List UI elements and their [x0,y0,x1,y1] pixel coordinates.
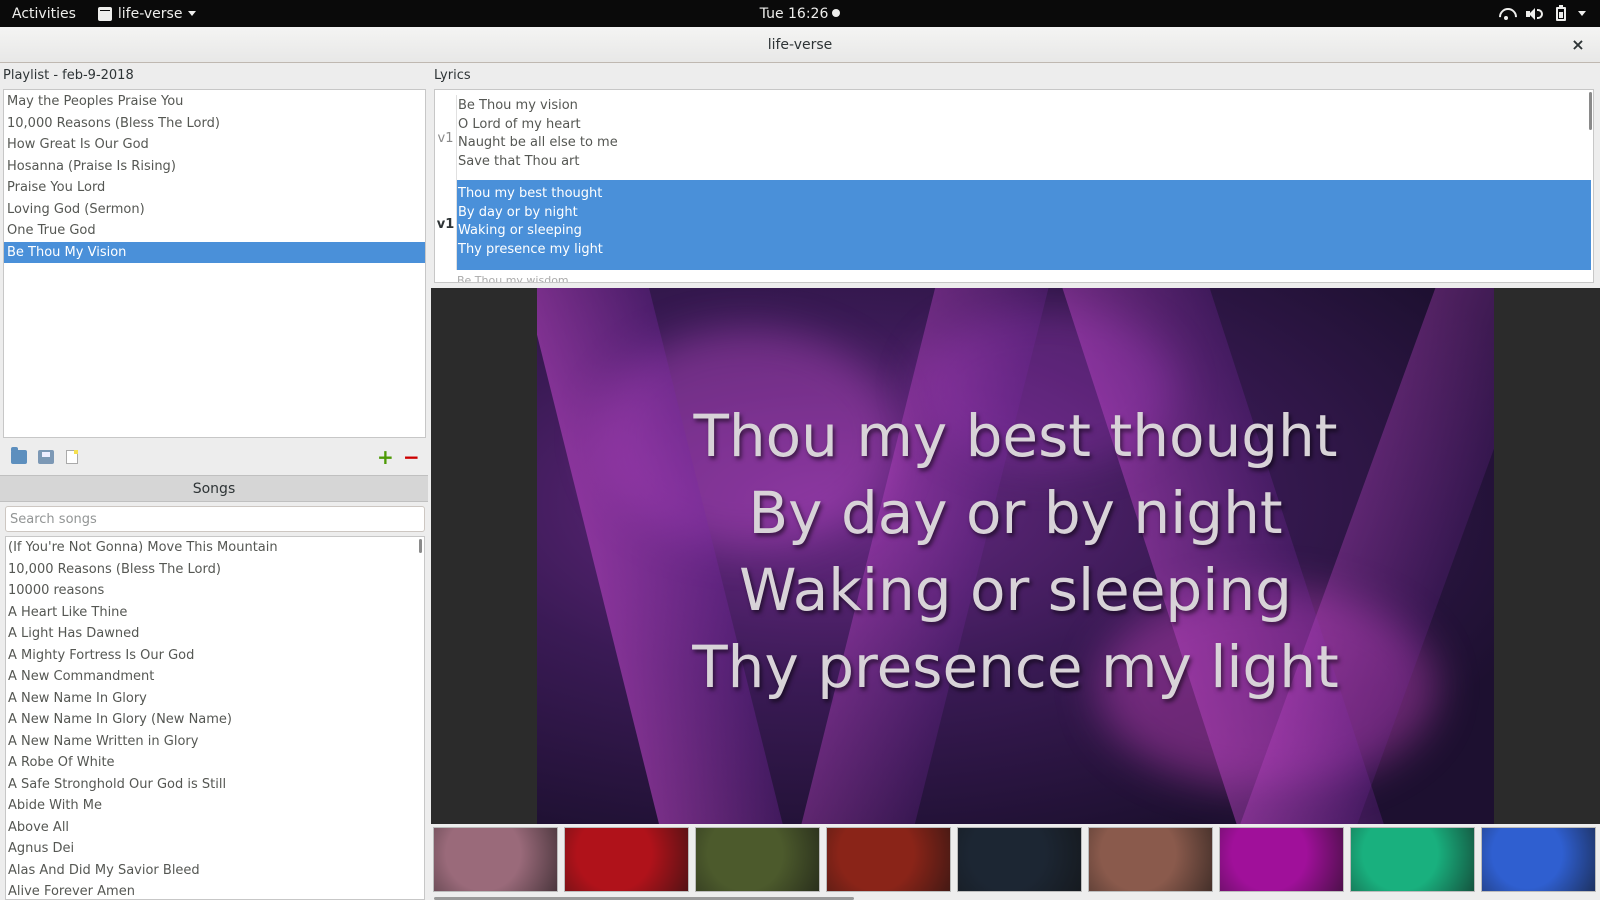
slide-line: Thou my best thought [693,402,1338,470]
verse-item-selected[interactable]: v1 Thou my best thought By day or by nig… [435,180,1591,270]
verse-lines: Be Thou my vision O Lord of my heart Nau… [456,95,618,181]
background-thumbnail[interactable] [826,827,951,892]
slide-background-image: Thou my best thought By day or by night … [537,288,1494,824]
slide-line: Thy presence my light [692,633,1339,701]
lyric-line: Thou my best thought [458,186,603,201]
song-item[interactable]: A Mighty Fortress Is Our God [6,645,424,667]
song-item[interactable]: A New Name Written in Glory [6,731,424,753]
background-thumbnail[interactable] [1481,827,1596,892]
songs-list[interactable]: (If You're Not Gonna) Move This Mountain… [5,536,425,900]
song-item[interactable]: A New Commandment [6,666,424,688]
lyric-line: Naught be all else to me [458,135,618,150]
songs-header: Songs [0,475,428,502]
window-title: life-verse [767,37,833,53]
background-thumbnail[interactable] [564,827,689,892]
verse-item-partial[interactable]: Be Thou my wisdom [457,274,657,282]
chevron-down-icon [188,11,197,16]
close-button[interactable]: × [1568,27,1588,63]
gnome-top-bar: Activities life-verse Tue 16:26 [0,0,1600,27]
app-menu-label: life-verse [117,5,183,22]
add-icon[interactable]: + [377,447,394,467]
lyrics-scrollbar[interactable] [1589,92,1592,130]
window-titlebar: life-verse × [0,27,1600,63]
save-icon[interactable] [38,450,54,464]
background-thumbnail[interactable] [1088,827,1213,892]
remove-icon[interactable]: − [403,447,420,467]
battery-icon [1556,4,1566,21]
notification-dot-icon [832,8,841,17]
wifi-icon [1498,7,1514,21]
background-thumbnails [431,827,1600,900]
song-item[interactable]: A Heart Like Thine [6,602,424,624]
open-folder-icon[interactable] [11,447,27,464]
lyric-line: O Lord of my heart [458,116,581,132]
verse-tag: v1 [437,130,454,146]
background-thumbnail[interactable] [957,827,1082,892]
slide-line: By day or by night [748,479,1283,547]
lyric-line: Waking or sleeping [458,223,582,238]
playlist-item[interactable]: One True God [4,220,425,242]
playlist-item-selected[interactable]: Be Thou My Vision [4,241,425,263]
lyric-line: Thy presence my light [458,241,603,257]
new-document-icon[interactable] [66,450,78,464]
slide-lyrics: Thou my best thought By day or by night … [537,398,1494,706]
verse-lines: Thou my best thought By day or by night … [456,180,1591,270]
song-item[interactable]: A New Name In Glory (New Name) [6,709,424,731]
song-item[interactable]: Agnus Dei [6,838,424,860]
chevron-down-icon [1578,11,1586,16]
verse-item[interactable]: v1 Be Thou my vision O Lord of my heart … [435,95,1591,181]
lyric-line: Be Thou my vision [458,98,578,113]
playlist-label: Playlist - feb-9-2018 [3,68,134,83]
playlist-item[interactable]: Praise You Lord [4,177,425,199]
song-item[interactable]: (If You're Not Gonna) Move This Mountain [6,537,424,559]
lyrics-list[interactable]: v1 Be Thou my vision O Lord of my heart … [434,89,1594,283]
song-item[interactable]: A New Name In Glory [6,688,424,710]
slide-preview: Thou my best thought By day or by night … [431,288,1600,824]
search-songs-input[interactable] [5,506,425,532]
clock[interactable]: Tue 16:26 [760,6,841,22]
slide-line: Waking or sleeping [739,556,1292,624]
playlist-item[interactable]: Loving God (Sermon) [4,199,425,221]
lyric-line: Save that Thou art [458,153,580,169]
song-item[interactable]: A Safe Stronghold Our God is Still [6,774,424,796]
song-item[interactable]: A Robe Of White [6,752,424,774]
background-thumbnail[interactable] [1350,827,1475,892]
playlist-item[interactable]: 10,000 Reasons (Bless The Lord) [4,113,425,135]
activities-button[interactable]: Activities [0,6,76,22]
background-thumbnail[interactable] [433,827,558,892]
song-item[interactable]: Alas And Did My Savior Bleed [6,860,424,882]
background-thumbnail[interactable] [695,827,820,892]
left-panel: Playlist - feb-9-2018 May the Peoples Pr… [0,64,428,900]
song-item[interactable]: Above All [6,817,424,839]
clock-container: Tue 16:26 [0,6,1600,22]
status-area[interactable] [1498,0,1586,27]
lyrics-label: Lyrics [434,68,471,83]
songs-scrollbar[interactable] [419,539,422,553]
playlist-list[interactable]: May the Peoples Praise You 10,000 Reason… [3,89,426,438]
playlist-item[interactable]: Hosanna (Praise Is Rising) [4,156,425,178]
clock-label: Tue 16:26 [759,5,829,22]
app-icon [97,6,112,21]
background-thumbnail[interactable] [1219,827,1344,892]
song-item[interactable]: Alive Forever Amen [6,881,424,899]
song-item[interactable]: 10,000 Reasons (Bless The Lord) [6,559,424,581]
playlist-item[interactable]: How Great Is Our God [4,134,425,156]
lyric-line: By day or by night [458,204,578,220]
verse-tag: v1 [435,180,456,270]
song-item[interactable]: Abide With Me [6,795,424,817]
song-item[interactable]: A Light Has Dawned [6,623,424,645]
song-item[interactable]: 10000 reasons [6,580,424,602]
volume-icon [1526,7,1544,21]
playlist-item[interactable]: May the Peoples Praise You [4,91,425,113]
playlist-toolbar: + − [0,441,428,473]
app-menu[interactable]: life-verse [97,5,197,22]
